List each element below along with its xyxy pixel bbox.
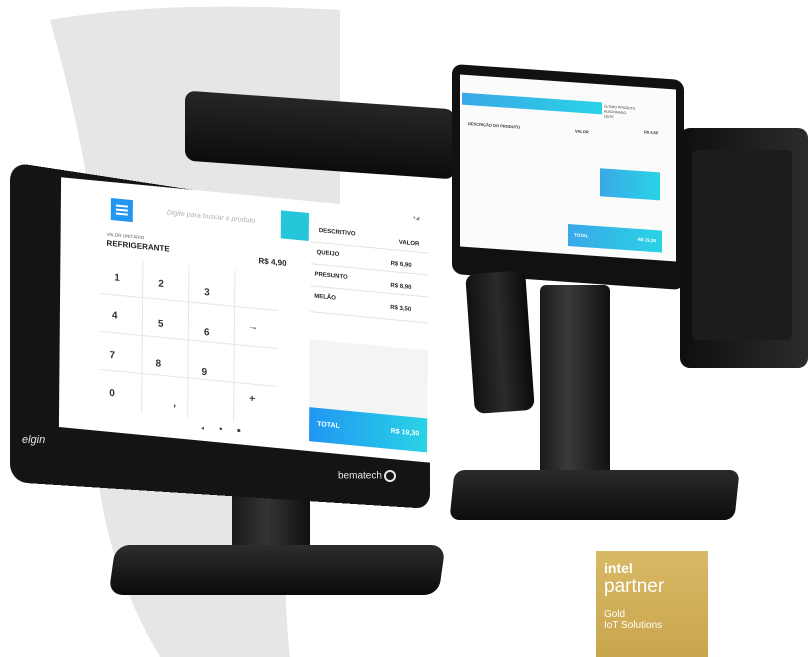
elgin-logo: elgin — [22, 434, 46, 446]
keypad-divider — [187, 265, 190, 418]
current-product-name: REFRIGERANTE — [106, 238, 170, 254]
recent-nav-icon[interactable]: ■ — [237, 428, 241, 434]
key-2[interactable]: 2 — [158, 279, 164, 291]
key-7[interactable]: 7 — [110, 350, 116, 362]
key-plus[interactable]: + — [249, 393, 255, 405]
intel-partner-badge: intel partner Gold IoT Solutions — [596, 551, 708, 657]
rear-total-label: TOTAL — [574, 232, 589, 239]
cart-item-value: R$ 8,90 — [390, 282, 412, 291]
numeric-keypad: 1 2 3 4 5 6 7 8 9 0 , + → — [99, 257, 279, 426]
intel-partner-text: partner — [604, 576, 665, 597]
intel-solution: IoT Solutions — [604, 620, 663, 631]
total-value: R$ 19,30 — [390, 427, 420, 438]
cart-item-name[interactable]: QUEIJO — [317, 250, 340, 258]
home-nav-icon[interactable]: ● — [219, 426, 223, 432]
list-divider — [310, 311, 429, 324]
search-input[interactable]: Digite para buscar o produto — [167, 209, 255, 224]
bematech-logo: bematech — [338, 470, 396, 482]
rear-side-value: R$ 4,50 — [644, 129, 659, 136]
rear-screen-column-description: DESCRIÇÃO DO PRODUTO — [468, 121, 521, 130]
rear-screen-header-bar — [462, 92, 602, 115]
key-0[interactable]: 0 — [109, 388, 115, 400]
keypad-divider — [233, 269, 236, 422]
key-5[interactable]: 5 — [158, 319, 164, 331]
cart-item-value: R$ 3,50 — [390, 304, 412, 313]
column-value: VALOR — [398, 239, 420, 248]
key-3[interactable]: 3 — [204, 287, 210, 299]
back-nav-icon[interactable]: ◂ — [201, 425, 204, 432]
rear-screen-total: TOTAL R$ 19,30 — [568, 224, 662, 253]
rear-screen-last-product: ÚLTIMO PRODUTO ADICIONADO LEITE — [604, 105, 635, 122]
intel-tier: Gold — [604, 609, 626, 620]
card-reader — [465, 270, 535, 414]
key-9[interactable]: 9 — [201, 367, 207, 379]
menu-button[interactable] — [110, 198, 133, 223]
key-6[interactable]: 6 — [204, 327, 210, 339]
key-4[interactable]: 4 — [112, 310, 118, 322]
key-8[interactable]: 8 — [155, 358, 161, 370]
status-bar-icons: ▾◢ — [412, 215, 420, 222]
search-button[interactable] — [280, 210, 309, 242]
cart-item-name[interactable]: PRESUNTO — [314, 272, 347, 281]
rear-screen-promo-block — [600, 168, 660, 201]
rear-screen-column-value: VALOR — [575, 128, 589, 135]
rear-terminal-stand — [540, 285, 610, 495]
key-enter[interactable]: → — [248, 321, 258, 333]
keypad-divider — [141, 261, 144, 414]
current-product-price: R$ 4,90 — [258, 256, 287, 268]
cart-item-name[interactable]: MELÃO — [314, 294, 336, 302]
cart-empty-area — [309, 339, 428, 419]
key-1[interactable]: 1 — [114, 272, 120, 284]
bematech-wordmark: bematech — [338, 470, 382, 482]
rear-terminal-back-panel — [692, 150, 792, 340]
rear-total-value: R$ 19,30 — [637, 236, 656, 244]
rear-customer-display: DESCRIÇÃO DO PRODUTO VALOR ÚLTIMO PRODUT… — [460, 74, 676, 262]
bematech-mark-icon — [383, 470, 396, 482]
intel-brand: intel — [604, 560, 633, 576]
total-label: TOTAL — [317, 420, 340, 431]
front-terminal-base — [108, 545, 446, 595]
key-comma[interactable]: , — [173, 398, 176, 409]
rear-terminal-base — [449, 470, 740, 520]
cart-item-value: R$ 6,90 — [390, 260, 412, 269]
column-description: DESCRITIVO — [318, 228, 356, 238]
pos-touchscreen: ▾◢ Digite para buscar o produto VALOR UN… — [58, 177, 434, 463]
